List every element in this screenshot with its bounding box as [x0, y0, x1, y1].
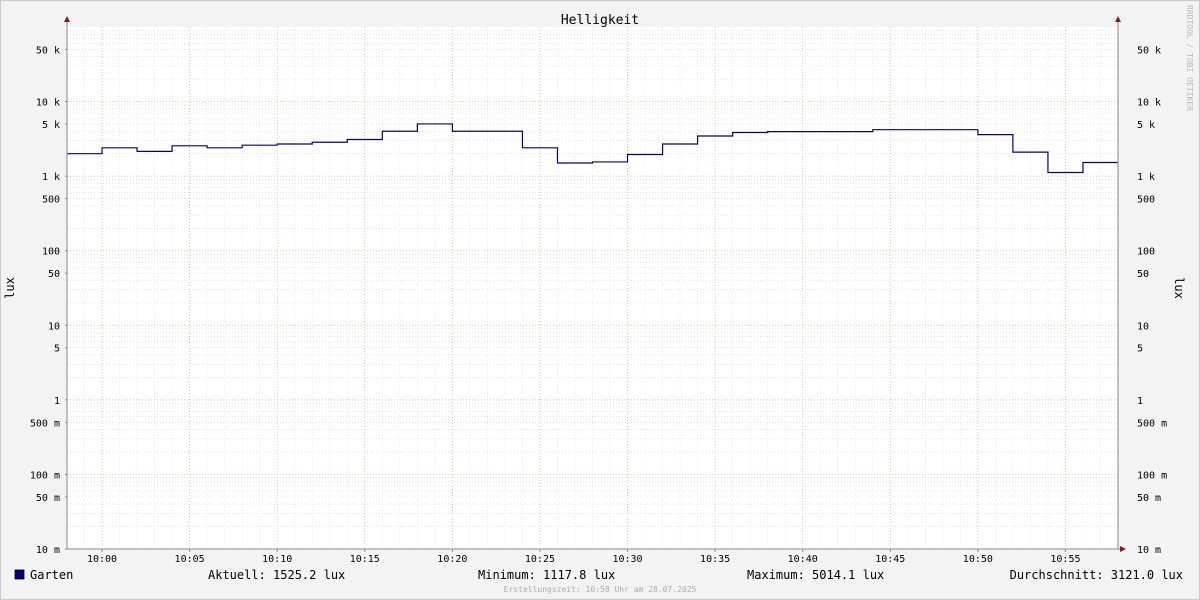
x-tick-label: 10:10: [262, 554, 292, 565]
x-tick-label: 10:40: [788, 554, 818, 565]
y-tick-label-left: 500: [42, 195, 60, 206]
y-tick-label-left: 100 m: [30, 470, 60, 481]
x-tick-label: 10:00: [87, 554, 117, 565]
stat-average: Durchschnitt: 3121.0 lux: [1010, 568, 1183, 582]
y-tick-label-right: 1 k: [1137, 172, 1155, 183]
y-axis-label-right: lux: [1172, 277, 1186, 299]
y-tick-label-right: 1: [1137, 396, 1143, 407]
y-tick-label-left: 50: [48, 269, 60, 280]
x-tick-label: 10:25: [525, 554, 555, 565]
helligkeit-chart: 50 k 10 k 5 k 1 k 500 100 50 10 5 1 500 m 100 m 50 m…: [0, 0, 1200, 600]
y-tick-label-right: 500: [1137, 195, 1155, 206]
x-tick-label: 10:35: [700, 554, 730, 565]
y-tick-label-right: 10 k: [1137, 98, 1161, 109]
y-tick-label-left: 1: [54, 396, 60, 407]
watermark: RRDTOOL / TOBI OETIKER: [1185, 5, 1194, 111]
x-tick-label: 10:50: [963, 554, 993, 565]
y-tick-label-right: 50: [1137, 269, 1149, 280]
y-tick-label-right: 5 k: [1137, 120, 1155, 131]
x-tick-label: 10:15: [350, 554, 380, 565]
stat-minimum: Minimum: 1117.8 lux: [478, 568, 615, 582]
y-tick-label-left: 50 m: [36, 493, 60, 504]
x-tick-label: 10:55: [1050, 554, 1080, 565]
y-tick-label-left: 10 k: [36, 98, 60, 109]
legend-label-garten: Garten: [30, 568, 73, 582]
y-tick-label-right: 100 m: [1137, 470, 1167, 481]
y-tick-label-right: 10: [1137, 321, 1149, 332]
y-tick-label-left: 5 k: [42, 120, 60, 131]
y-tick-label-right: 10 m: [1137, 545, 1161, 556]
y-tick-label-left: 10: [48, 321, 60, 332]
chart-title: Helligkeit: [561, 13, 639, 28]
x-tick-label: 10:20: [437, 554, 467, 565]
stat-current: Aktuell: 1525.2 lux: [208, 568, 345, 582]
y-tick-label-left: 5: [54, 344, 60, 355]
y-tick-label-right: 5: [1137, 344, 1143, 355]
x-tick-label: 10:45: [875, 554, 905, 565]
legend-swatch-garten: [14, 569, 25, 580]
y-tick-label-right: 500 m: [1137, 418, 1167, 429]
x-tick-label: 10:30: [612, 554, 642, 565]
y-tick-label-left: 10 m: [36, 545, 60, 556]
x-tick-label: 10:05: [175, 554, 205, 565]
chart-root: 50 k 10 k 5 k 1 k 500 100 50 10 5 1 500 m 100 m 50 m…: [0, 0, 1200, 600]
stat-maximum: Maximum: 5014.1 lux: [747, 568, 884, 582]
y-tick-label-left: 100: [42, 247, 60, 258]
y-tick-label-left: 500 m: [30, 418, 60, 429]
y-tick-label-right: 50 k: [1137, 45, 1161, 56]
y-axis-label-left: lux: [3, 277, 17, 299]
y-tick-label-left: 50 k: [36, 45, 60, 56]
y-tick-label-right: 50 m: [1137, 493, 1161, 504]
y-tick-label-right: 100: [1137, 247, 1155, 258]
y-tick-label-left: 1 k: [42, 172, 60, 183]
footer-timestamp: Erstellungszeit: 10:58 Uhr am 28.07.2025: [504, 585, 697, 594]
